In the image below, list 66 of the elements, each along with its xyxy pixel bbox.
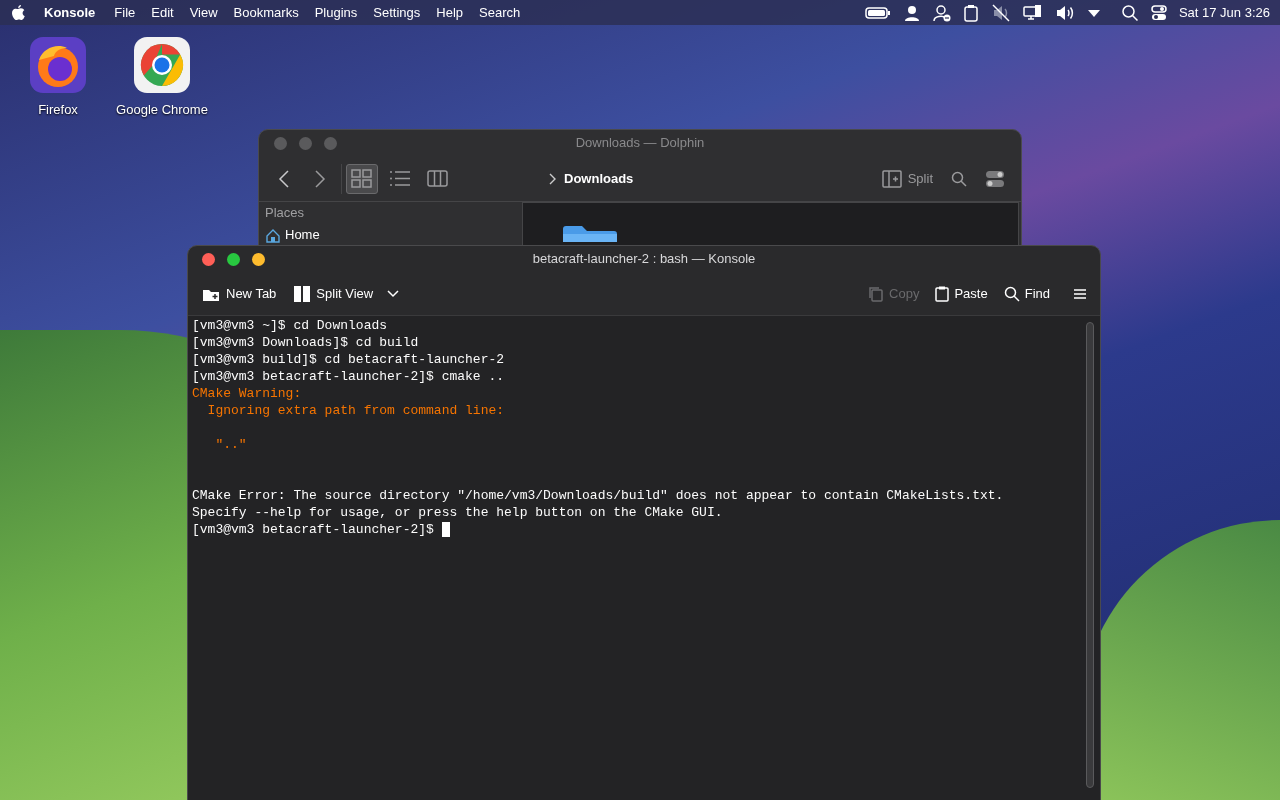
dropdown-arrow-icon[interactable]	[1086, 7, 1101, 18]
chevron-right-icon	[548, 172, 556, 185]
icons-view-icon	[351, 169, 373, 188]
split-button[interactable]: Split	[881, 168, 933, 189]
new-tab-button[interactable]: New Tab	[202, 278, 277, 309]
user-minus-icon[interactable]	[932, 3, 951, 22]
desktop-icon-label[interactable]: Google Chrome	[116, 100, 208, 120]
search-icon[interactable]	[951, 170, 967, 187]
window-title: betacraft-launcher-2 : bash — Konsole	[532, 250, 756, 269]
network-icon[interactable]	[1022, 3, 1043, 22]
person-icon[interactable]	[902, 3, 921, 22]
terminal-line: [vm3@vm3 build]$ cd betacraft-launcher-2	[192, 351, 505, 368]
terminal-line: [vm3@vm3 betacraft-launcher-2]$ cmake ..	[192, 368, 505, 385]
split-panel-icon	[881, 169, 902, 188]
menu-item[interactable]: View	[189, 2, 218, 23]
battery-icon[interactable]	[864, 5, 891, 20]
toggle-switches-icon[interactable]	[1150, 3, 1167, 22]
menu-item[interactable]: Search	[479, 2, 521, 23]
terminal-line: Ignoring extra path from command line:	[206, 402, 505, 419]
menu-item[interactable]: Plugins	[314, 2, 358, 23]
terminal-line: Specify --help for usage, or press the help button on the CMake GUI.	[192, 504, 723, 521]
clock[interactable]: Sat 17 Jun 3:26	[1178, 2, 1270, 23]
terminal-line: CMake Error: The source directory "/home/vm3/Downloads/build" does not appear to contain CMakeLists.txt.	[192, 487, 1004, 504]
menu-item[interactable]: Help	[436, 2, 463, 23]
house-icon	[265, 227, 281, 243]
maximize-button[interactable]	[252, 252, 265, 266]
clipboard-icon[interactable]	[962, 3, 979, 22]
terminal-line: [vm3@vm3 betacraft-launcher-2]$	[192, 521, 435, 538]
section-heading: Places	[265, 205, 306, 221]
copy-icon	[868, 285, 885, 302]
text-cursor	[441, 522, 450, 537]
toggle-switches-icon[interactable]	[985, 169, 1005, 188]
volume-icon[interactable]	[1054, 3, 1075, 22]
muted-speaker-icon[interactable]	[990, 3, 1011, 22]
details-view-icon	[389, 169, 411, 188]
terminal-line: [vm3@vm3 Downloads]$ cd build	[192, 334, 419, 351]
search-icon	[1003, 285, 1020, 302]
places-item[interactable]: Home	[265, 227, 320, 243]
menu-item[interactable]: Settings	[373, 2, 421, 23]
terminal-line: [vm3@vm3 ~]$ cd Downloads	[192, 317, 388, 334]
firefox-app-icon	[29, 36, 87, 94]
search-icon[interactable]	[1120, 3, 1139, 22]
find-button[interactable]: Find	[1003, 278, 1050, 309]
view-mode-button[interactable]	[346, 163, 378, 194]
clipboard-icon	[935, 285, 950, 302]
close-button[interactable]	[202, 252, 215, 266]
desktop-icon-label[interactable]: Firefox	[38, 100, 78, 120]
paste-button[interactable]: Paste	[935, 278, 988, 309]
split-view-button[interactable]: Split View	[294, 278, 400, 309]
app-name[interactable]: Konsole	[44, 2, 96, 23]
menu-item[interactable]: File	[114, 2, 136, 23]
window-title: Downloads — Dolphin	[575, 134, 705, 153]
breadcrumb-item[interactable]: Downloads	[564, 168, 634, 189]
chrome-app-icon	[133, 36, 191, 94]
terminal-line: ".."	[214, 436, 247, 453]
menu-item[interactable]: Edit	[151, 2, 174, 23]
chevron-down-icon	[387, 289, 400, 298]
terminal-line: CMake Warning:	[192, 385, 302, 402]
menu-item[interactable]: Bookmarks	[233, 2, 299, 23]
columns-view-icon	[427, 169, 449, 188]
minimize-button[interactable]	[227, 252, 240, 266]
folder-icon	[561, 223, 619, 242]
scrollbar[interactable]	[1086, 322, 1094, 788]
hamburger-menu-icon[interactable]	[1074, 288, 1086, 299]
split-panel-icon	[294, 285, 311, 302]
apple-logo-icon	[10, 3, 26, 22]
